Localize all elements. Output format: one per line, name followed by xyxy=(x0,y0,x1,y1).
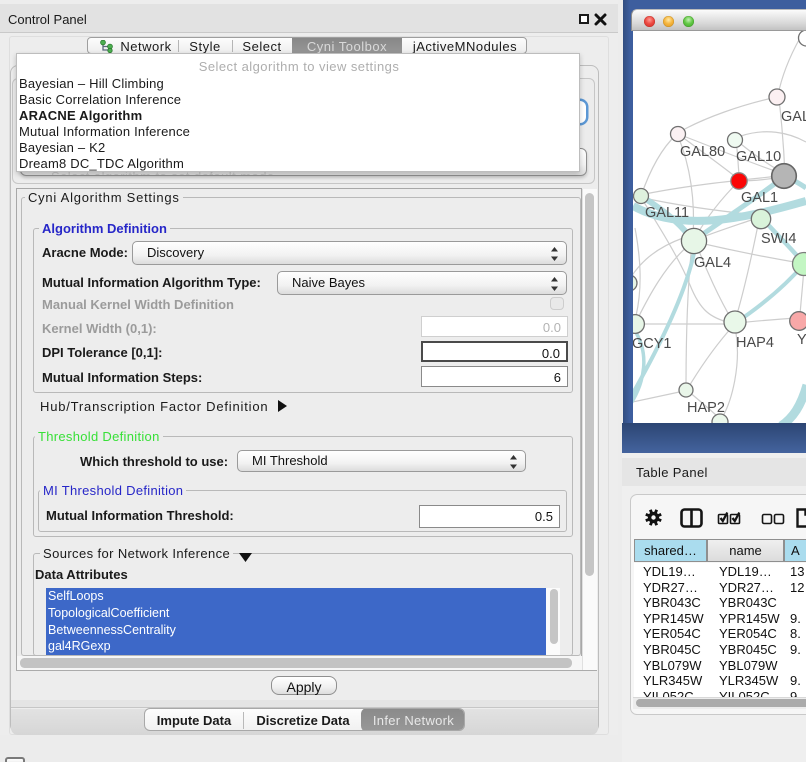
svg-text:Y: Y xyxy=(797,332,806,348)
svg-text:GAL80: GAL80 xyxy=(680,144,725,160)
svg-text:GAL10: GAL10 xyxy=(736,149,781,165)
svg-text:GAL11: GAL11 xyxy=(645,205,689,221)
svg-text:HAP2: HAP2 xyxy=(687,400,725,416)
svg-text:HAP4: HAP4 xyxy=(736,335,774,351)
svg-text:SWI4: SWI4 xyxy=(761,231,796,247)
svg-text:GAL: GAL xyxy=(781,109,806,125)
svg-text:GAL4: GAL4 xyxy=(694,255,731,271)
svg-text:GAL1: GAL1 xyxy=(741,190,778,206)
svg-text:GCY1: GCY1 xyxy=(633,336,672,352)
